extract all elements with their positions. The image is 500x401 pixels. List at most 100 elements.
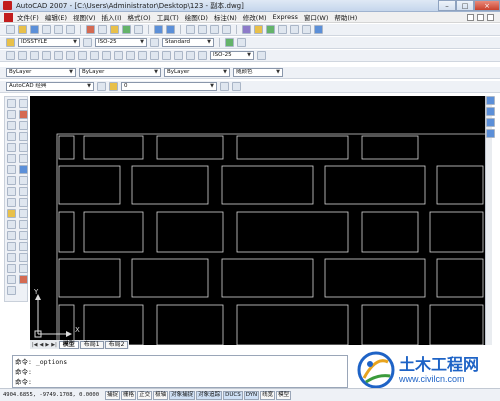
dim-text-edit-icon[interactable] xyxy=(186,51,195,60)
multileader-icon[interactable] xyxy=(225,38,234,47)
undo-icon[interactable] xyxy=(154,25,163,34)
first-tab-arrow-icon[interactable]: |◀ xyxy=(32,342,38,348)
publish-icon[interactable] xyxy=(66,25,75,34)
plot-style-dropdown[interactable]: 随颜色 ▼ xyxy=(233,68,283,77)
lineweight-dropdown[interactable]: ByLayer ▼ xyxy=(164,68,230,77)
draw-order-icon[interactable] xyxy=(486,96,495,105)
gradient-icon[interactable] xyxy=(7,253,16,262)
snap-toggle[interactable]: 捕捉 xyxy=(105,390,121,400)
mirror-icon[interactable] xyxy=(19,132,28,141)
ortho-toggle[interactable]: 正交 xyxy=(137,390,153,400)
rectangle-icon[interactable] xyxy=(7,132,16,141)
new-icon[interactable] xyxy=(6,25,15,34)
help-icon[interactable] xyxy=(314,25,323,34)
dim-angular-icon[interactable] xyxy=(90,51,99,60)
dim-style-manager-icon[interactable] xyxy=(257,51,266,60)
block-editor-icon[interactable] xyxy=(134,25,143,34)
menu-modify[interactable]: 修改(M) xyxy=(243,12,267,22)
linetype-dropdown[interactable]: ByLayer ▼ xyxy=(79,68,161,77)
drawing-canvas[interactable]: Y X xyxy=(30,96,485,345)
quick-dim-icon[interactable] xyxy=(102,51,111,60)
insert-block-icon[interactable] xyxy=(7,209,16,218)
mtext-icon[interactable] xyxy=(7,286,16,295)
tab-model[interactable]: 模型 xyxy=(58,340,79,349)
offset-icon[interactable] xyxy=(19,143,28,152)
zoom-previous-icon[interactable] xyxy=(222,25,231,34)
close-button[interactable]: × xyxy=(474,0,500,11)
dim-jogged-icon[interactable] xyxy=(66,51,75,60)
text-style-dropdown[interactable]: IDSSTYLE ▼ xyxy=(18,38,80,47)
command-window[interactable]: 命令: _options 命令: 命令: xyxy=(12,355,348,388)
spline-icon[interactable] xyxy=(7,176,16,185)
stretch-icon[interactable] xyxy=(19,198,28,207)
table-style-dropdown[interactable]: Standard ▼ xyxy=(162,38,214,47)
center-mark-icon[interactable] xyxy=(162,51,171,60)
menu-draw[interactable]: 绘图(D) xyxy=(185,12,208,22)
line-icon[interactable] xyxy=(7,99,16,108)
text-front-icon[interactable] xyxy=(486,129,495,138)
polyline-icon[interactable] xyxy=(7,110,16,119)
send-back-icon[interactable] xyxy=(486,118,495,127)
document-icon[interactable] xyxy=(4,12,13,22)
dim-linear-icon[interactable] xyxy=(6,51,15,60)
menu-express[interactable]: Express xyxy=(272,13,297,21)
lineweight-toggle[interactable]: 线宽 xyxy=(260,390,276,400)
design-center-icon[interactable] xyxy=(254,25,263,34)
zoom-realtime-icon[interactable] xyxy=(198,25,207,34)
dim-baseline-icon[interactable] xyxy=(114,51,123,60)
autocad-app-icon[interactable] xyxy=(3,1,12,10)
doc-close-button[interactable] xyxy=(487,13,494,21)
layer-manager-icon[interactable] xyxy=(109,82,118,91)
cut-icon[interactable] xyxy=(86,25,95,34)
quickcalc-icon[interactable] xyxy=(302,25,311,34)
paste-icon[interactable] xyxy=(110,25,119,34)
fillet-icon[interactable] xyxy=(19,264,28,273)
next-tab-arrow-icon[interactable]: ▶ xyxy=(45,342,49,348)
move-icon[interactable] xyxy=(19,165,28,174)
sheet-set-icon[interactable] xyxy=(278,25,287,34)
markup-icon[interactable] xyxy=(290,25,299,34)
point-icon[interactable] xyxy=(7,231,16,240)
make-block-icon[interactable] xyxy=(7,220,16,229)
layer-previous-icon[interactable] xyxy=(232,82,241,91)
quick-leader-icon[interactable] xyxy=(138,51,147,60)
menu-help[interactable]: 帮助(H) xyxy=(334,12,357,22)
command-prompt[interactable]: 命令: xyxy=(15,377,345,387)
dim-update-icon[interactable] xyxy=(198,51,207,60)
otrack-toggle[interactable]: 对象追踪 xyxy=(196,390,223,400)
hatch-icon[interactable] xyxy=(7,242,16,251)
last-tab-arrow-icon[interactable]: ▶| xyxy=(51,342,57,348)
prev-tab-arrow-icon[interactable]: ◀ xyxy=(40,342,44,348)
osnap-toggle[interactable]: 对象捕捉 xyxy=(169,390,196,400)
scale-icon[interactable] xyxy=(19,187,28,196)
dim-continue-icon[interactable] xyxy=(126,51,135,60)
ellipse-arc-icon[interactable] xyxy=(7,198,16,207)
rotate-icon[interactable] xyxy=(19,176,28,185)
layer-dropdown[interactable]: 0 ▼ xyxy=(121,82,217,91)
menu-window[interactable]: 窗口(W) xyxy=(304,12,329,22)
dim-style-dropdown-2[interactable]: ISO-25 ▼ xyxy=(210,51,254,60)
menu-format[interactable]: 格式(O) xyxy=(128,12,151,22)
break-icon[interactable] xyxy=(19,231,28,240)
dim-style-dropdown[interactable]: ISO-25 ▼ xyxy=(95,38,147,47)
erase-icon[interactable] xyxy=(19,110,28,119)
workspace-dropdown[interactable]: AutoCAD 经典 ▼ xyxy=(6,82,94,91)
tolerance-icon[interactable] xyxy=(150,51,159,60)
ducs-toggle[interactable]: DUCS xyxy=(223,390,243,400)
grid-toggle[interactable]: 栅格 xyxy=(121,390,137,400)
match-properties-icon[interactable] xyxy=(122,25,131,34)
pan-icon[interactable] xyxy=(186,25,195,34)
dim-ordinate-icon[interactable] xyxy=(42,51,51,60)
dim-edit-icon[interactable] xyxy=(174,51,183,60)
polygon-icon[interactable] xyxy=(7,121,16,130)
extend-icon[interactable] xyxy=(19,220,28,229)
dyn-toggle[interactable]: DYN xyxy=(243,390,260,400)
minimize-button[interactable]: – xyxy=(438,0,456,11)
bring-front-icon[interactable] xyxy=(486,107,495,116)
dim-arc-icon[interactable] xyxy=(30,51,39,60)
menu-tools[interactable]: 工具(T) xyxy=(157,12,179,22)
tool-palettes-icon[interactable] xyxy=(266,25,275,34)
chamfer-icon[interactable] xyxy=(19,253,28,262)
make-current-layer-icon[interactable] xyxy=(220,82,229,91)
region-icon[interactable] xyxy=(7,264,16,273)
